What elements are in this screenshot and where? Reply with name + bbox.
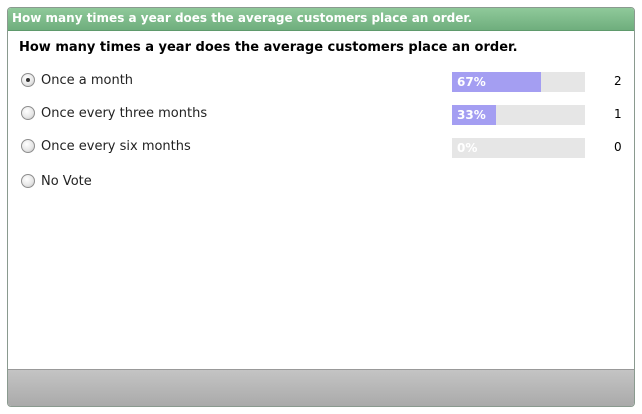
vote-count: 1: [614, 107, 622, 121]
radio-button[interactable]: [21, 139, 35, 153]
option-label: Once every three months: [41, 106, 208, 121]
vote-count: 2: [614, 74, 622, 88]
result-bar: 33%: [452, 105, 585, 125]
window-title: How many times a year does the average c…: [12, 11, 473, 25]
result-percent: 67%: [457, 75, 486, 89]
radio-button[interactable]: [21, 106, 35, 120]
radio-button-selected[interactable]: [21, 73, 35, 87]
result-percent: 0%: [457, 141, 478, 155]
option-label: Once a month: [41, 73, 134, 88]
poll-option-once-every-six-months[interactable]: Once every six months 0% 0: [21, 138, 622, 158]
poll-question: How many times a year does the average c…: [19, 40, 518, 55]
radio-dot-icon: [26, 78, 30, 82]
footer-bar: [8, 369, 634, 406]
option-label: No Vote: [41, 174, 92, 189]
result-bar: 0%: [452, 138, 585, 158]
result-bar: 67%: [452, 72, 585, 92]
option-label: Once every six months: [41, 139, 191, 154]
radio-button[interactable]: [21, 174, 35, 188]
vote-count: 0: [614, 140, 622, 154]
poll-option-once-every-three-months[interactable]: Once every three months 33% 1: [21, 105, 622, 125]
poll-option-once-a-month[interactable]: Once a month 67% 2: [21, 72, 622, 92]
result-percent: 33%: [457, 108, 486, 122]
poll-option-no-vote[interactable]: No Vote: [21, 173, 621, 191]
poll-window: How many times a year does the average c…: [7, 7, 635, 407]
title-bar: How many times a year does the average c…: [8, 8, 634, 31]
